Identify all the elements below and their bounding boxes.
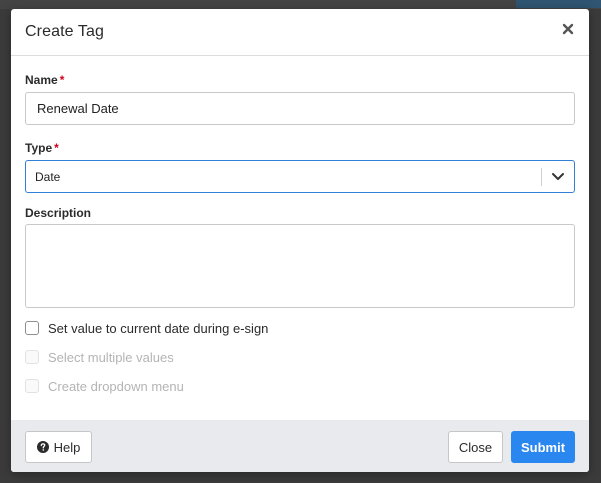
multiple-values-label: Select multiple values	[48, 349, 174, 365]
name-required-mark: *	[59, 73, 65, 87]
background-toolbar	[0, 0, 601, 9]
current-date-checkbox[interactable]	[25, 321, 39, 335]
type-label-text: Type	[25, 141, 53, 155]
type-select[interactable]: Date	[25, 160, 575, 193]
option-dropdown-menu: Create dropdown menu	[25, 378, 184, 394]
help-button[interactable]: Help	[25, 431, 92, 463]
description-label: Description	[25, 206, 92, 220]
help-button-label: Help	[53, 439, 81, 455]
name-label-text: Name	[25, 73, 58, 87]
dialog-title: Create Tag	[25, 23, 104, 40]
dialog-footer: Help Close Submit	[11, 420, 589, 472]
close-icon[interactable]	[561, 22, 575, 36]
dialog-header: Create Tag	[11, 9, 589, 56]
type-label: Type *	[25, 141, 59, 155]
dropdown-menu-label: Create dropdown menu	[48, 378, 184, 394]
option-current-date[interactable]: Set value to current date during e-sign	[25, 320, 268, 336]
question-circle-icon	[36, 441, 49, 453]
chevron-down-icon[interactable]	[551, 171, 565, 183]
create-tag-dialog: Create Tag Name* Type* Date Description …	[11, 9, 589, 472]
description-textarea[interactable]	[25, 224, 575, 308]
background-export-button	[516, 0, 601, 8]
select-separator	[541, 168, 542, 186]
name-input[interactable]	[25, 92, 575, 125]
name-label: Name *	[25, 73, 64, 87]
current-date-label[interactable]: Set value to current date during e-sign	[48, 321, 268, 336]
type-select-value: Date	[35, 170, 61, 184]
dropdown-menu-checkbox	[25, 379, 39, 393]
multiple-values-checkbox	[25, 350, 39, 364]
option-multiple-values: Select multiple values	[25, 349, 174, 365]
type-required-mark: *	[54, 141, 59, 155]
close-button[interactable]: Close	[448, 431, 503, 463]
submit-button[interactable]: Submit	[511, 431, 575, 463]
